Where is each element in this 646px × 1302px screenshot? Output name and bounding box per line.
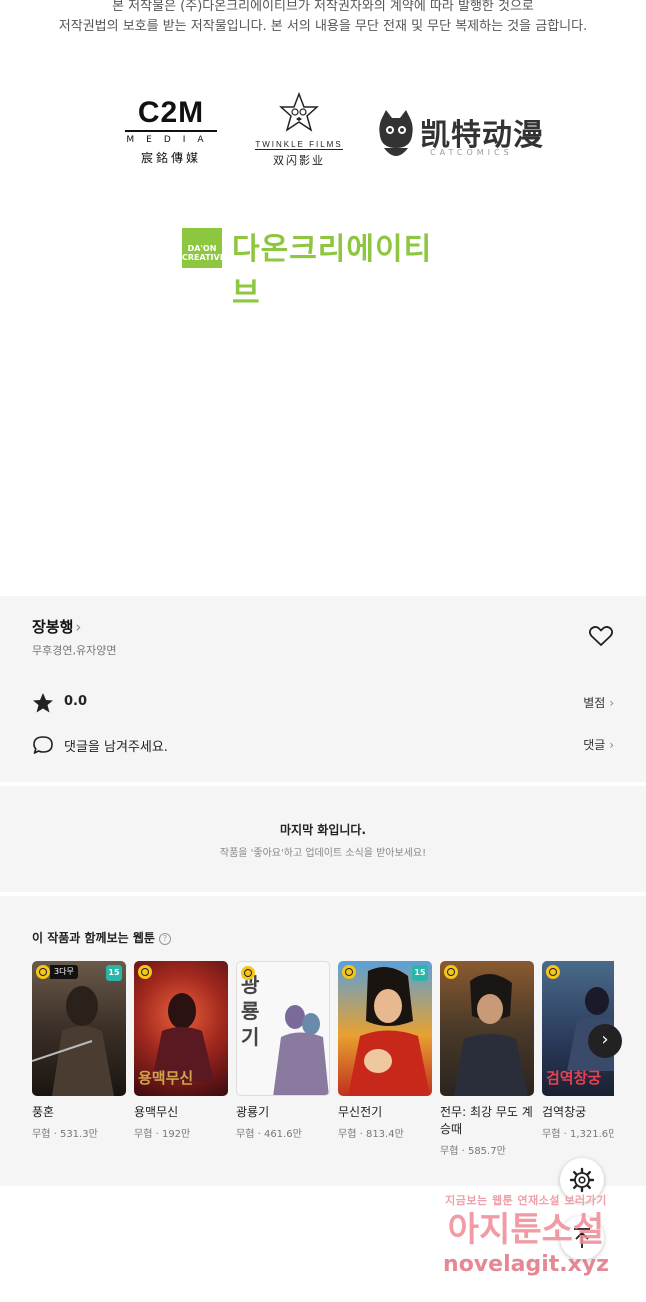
star-mascot-icon bbox=[279, 91, 319, 132]
twinkle-logo-en: TWINKLE FILMS bbox=[255, 140, 343, 149]
recommend-card[interactable]: 3다무 15 풍혼 무협 · 531.3만 bbox=[32, 961, 126, 1140]
card-views: 531.3만 bbox=[59, 1129, 98, 1140]
carousel-next-button[interactable]: › bbox=[588, 1024, 622, 1058]
c2m-logo-text: C2M bbox=[137, 96, 205, 129]
recommend-card[interactable]: 광룡기 광룡기 무협 · 461.6만 bbox=[236, 961, 330, 1140]
cover-thumbnail: 용맥무신 bbox=[134, 961, 228, 1096]
age-rating-badge: 15 bbox=[412, 965, 428, 981]
cover-title: 용맥무신 bbox=[138, 1069, 194, 1087]
daon-creative-logo: DA'ON CREATIVE 다온크리에이티브 bbox=[182, 224, 452, 311]
card-genre: 무협 bbox=[236, 1129, 255, 1140]
cover-art bbox=[273, 1005, 329, 1095]
clock-icon bbox=[36, 965, 50, 979]
catcomics-logo: 凯特动漫 CATCOMICS bbox=[376, 108, 546, 168]
chevron-right-icon: › bbox=[601, 1029, 609, 1050]
age-rating-badge: 15 bbox=[106, 965, 122, 981]
cover-art bbox=[348, 967, 430, 1096]
chevron-right-icon: › bbox=[609, 738, 614, 752]
card-genre: 무협 bbox=[134, 1129, 153, 1140]
clock-icon bbox=[546, 965, 560, 979]
c2m-media-logo: C2M MEDIA 宸銘傳媒 bbox=[125, 96, 217, 165]
rating-score: 0.0 bbox=[64, 694, 88, 709]
card-meta: 무협 · 461.6만 bbox=[236, 1129, 302, 1140]
card-title: 전무: 최강 무도 계승때 bbox=[440, 1105, 533, 1136]
card-meta: 무협 · 531.3만 bbox=[32, 1129, 98, 1140]
cover-thumbnail: 광룡기 bbox=[236, 961, 330, 1096]
card-genre: 무협 bbox=[338, 1129, 357, 1140]
card-title: 검역창궁 bbox=[542, 1105, 587, 1119]
card-title: 용맥무신 bbox=[134, 1105, 179, 1119]
comment-row[interactable]: 댓글을 남겨주세요. 댓글 › bbox=[32, 734, 614, 758]
card-meta: 무협 · 813.4만 bbox=[338, 1129, 404, 1140]
clock-icon bbox=[138, 965, 152, 979]
recommendation-title-text: 이 작품과 함께보는 웹툰 bbox=[32, 931, 155, 945]
clock-icon bbox=[444, 965, 458, 979]
help-icon[interactable]: ? bbox=[158, 933, 171, 945]
daon-logo-box: DA'ON CREATIVE bbox=[182, 228, 225, 268]
recommendation-title: 이 작품과 함께보는 웹툰? bbox=[32, 929, 171, 946]
genre-tags: 무후경연,유자양면 bbox=[32, 644, 117, 657]
card-title: 광룡기 bbox=[236, 1105, 270, 1119]
comment-link-label: 댓글 bbox=[583, 738, 606, 752]
catcomics-logo-en: CATCOMICS bbox=[430, 148, 513, 157]
clock-icon bbox=[241, 966, 255, 980]
card-title: 풍혼 bbox=[32, 1105, 55, 1119]
card-views: 813.4만 bbox=[365, 1129, 404, 1140]
card-title: 무신전기 bbox=[338, 1105, 383, 1119]
twinkle-films-logo: TWINKLE FILMS 双闪影业 bbox=[255, 91, 343, 168]
card-views: 1,321.6만 bbox=[569, 1129, 614, 1140]
card-meta: 무협 · 1,321.6만 bbox=[542, 1125, 614, 1140]
last-episode-notice: 마지막 화입니다. 작품을 '좋아요'하고 업데이트 소식을 받아보세요! bbox=[0, 786, 646, 892]
star-icon bbox=[33, 693, 53, 713]
cover-thumbnail bbox=[440, 961, 534, 1096]
cat-mascot-icon bbox=[379, 110, 413, 156]
copyright-line-1: 본 저작물은 (주)다온크리에이티브가 저작권자와의 계약에 따라 발행한 것으… bbox=[112, 0, 534, 14]
heart-icon[interactable] bbox=[588, 624, 614, 648]
recommend-card[interactable]: 용맥무신 용맥무신 무협 · 192만 bbox=[134, 961, 228, 1140]
last-episode-title: 마지막 화입니다. bbox=[279, 823, 367, 837]
gear-icon bbox=[569, 1167, 595, 1193]
publisher-logos: C2M MEDIA 宸銘傳媒 TWINKLE FILMS 双闪影业 凯特动漫 C… bbox=[0, 91, 646, 172]
cover-thumbnail: 15 bbox=[338, 961, 432, 1096]
chevron-right-icon: › bbox=[609, 696, 614, 710]
clock-icon bbox=[342, 965, 356, 979]
recommendation-section: 이 작품과 함께보는 웹툰? 3다무 15 풍혼 무협 · 531.3만 용맥무… bbox=[0, 896, 646, 1186]
recommendation-carousel: 3다무 15 풍혼 무협 · 531.3만 용맥무신 용맥무신 무협 · 192… bbox=[32, 961, 614, 1176]
recommend-card[interactable]: 15 무신전기 무협 · 813.4만 bbox=[338, 961, 432, 1140]
copyright-notice: 본 저작물은 (주)다온크리에이티브가 저작권자와의 계약에 따라 발행한 것으… bbox=[0, 0, 646, 37]
scroll-top-button[interactable] bbox=[560, 1216, 604, 1260]
card-genre: 무협 bbox=[440, 1146, 459, 1157]
rating-link[interactable]: 별점 › bbox=[583, 694, 614, 711]
chevron-right-icon: › bbox=[75, 618, 82, 636]
card-views: 585.7만 bbox=[467, 1146, 506, 1157]
comment-link[interactable]: 댓글 › bbox=[583, 736, 614, 753]
wait-free-badge: 3다무 bbox=[50, 965, 78, 979]
rating-link-label: 별점 bbox=[583, 696, 606, 710]
daon-logo-text: 다온크리에이티브 bbox=[232, 232, 433, 311]
rating-row: 0.0 별점 › bbox=[32, 692, 614, 716]
settings-button[interactable] bbox=[560, 1158, 604, 1202]
c2m-logo-cn: 宸銘傳媒 bbox=[140, 151, 201, 165]
series-info-panel: 장봉행 › 무후경연,유자양면 0.0 별점 › 댓글을 남겨주세요. 댓글 › bbox=[0, 596, 646, 782]
comment-bubble-icon bbox=[33, 736, 53, 754]
arrow-up-icon bbox=[574, 1228, 590, 1248]
card-views: 461.6만 bbox=[263, 1129, 302, 1140]
author-link[interactable]: 장봉행 › bbox=[32, 616, 81, 637]
copyright-line-2: 저작권법의 보호를 받는 저작물입니다. 본 서의 내용을 무단 전재 및 무단… bbox=[58, 19, 588, 34]
twinkle-logo-cn: 双闪影业 bbox=[255, 149, 343, 168]
cover-art bbox=[32, 986, 114, 1096]
cover-thumbnail: 3다무 15 bbox=[32, 961, 126, 1096]
card-views: 192만 bbox=[161, 1129, 191, 1140]
recommend-card[interactable]: 전무: 최강 무도 계승때 무협 · 585.7만 bbox=[440, 961, 534, 1157]
author-name: 장봉행 bbox=[32, 618, 74, 636]
card-meta: 무협 · 585.7만 bbox=[440, 1146, 506, 1157]
cover-art bbox=[454, 973, 528, 1096]
card-genre: 무협 bbox=[32, 1129, 51, 1140]
comment-prompt: 댓글을 남겨주세요. bbox=[64, 740, 168, 755]
card-meta: 무협 · 192만 bbox=[134, 1129, 191, 1140]
card-genre: 무협 bbox=[542, 1129, 561, 1140]
c2m-logo-sub: MEDIA bbox=[125, 130, 217, 146]
last-episode-subtitle: 작품을 '좋아요'하고 업데이트 소식을 받아보세요! bbox=[219, 848, 427, 859]
cover-title: 검역창궁 bbox=[546, 1069, 602, 1087]
